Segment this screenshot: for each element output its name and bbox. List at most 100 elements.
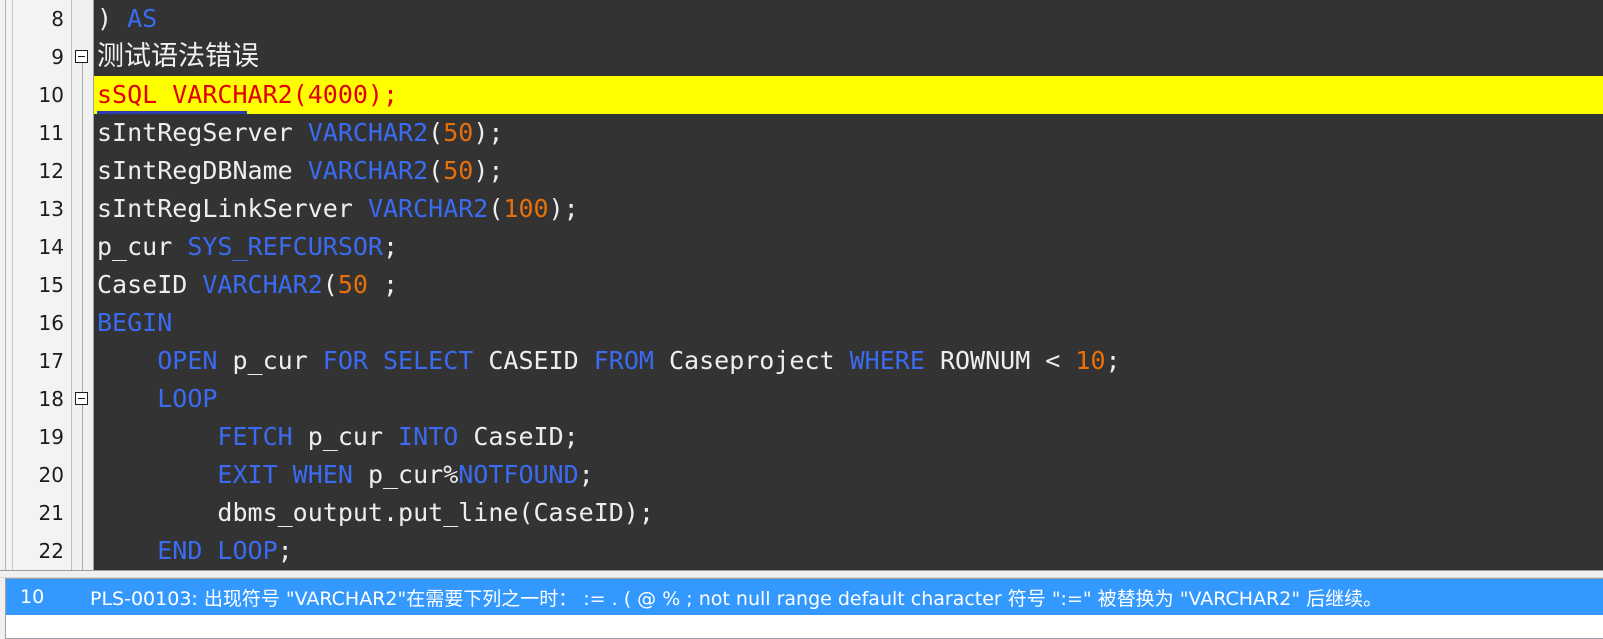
code-line[interactable]: p_cur SYS_REFCURSOR; <box>94 228 1603 266</box>
code-token: FOR SELECT <box>322 346 474 375</box>
code-token: BEGIN <box>97 308 173 337</box>
code-token: p_cur <box>217 346 323 375</box>
code-token: FROM <box>593 346 654 375</box>
code-token: NOTFOUND <box>458 460 579 489</box>
fold-collapse-toggle[interactable] <box>75 50 88 63</box>
code-token: VARCHAR2 <box>367 194 489 223</box>
code-token: 50 <box>337 270 368 299</box>
code-token: 50 <box>443 156 474 185</box>
line-number: 21 <box>38 501 64 525</box>
code-token: INTO <box>398 422 459 451</box>
code-token: ; <box>382 232 399 261</box>
fold-collapse-toggle[interactable] <box>75 392 88 405</box>
code-token: ROWNUM < <box>924 346 1076 375</box>
line-number: 16 <box>38 311 64 335</box>
editor-left-margin <box>6 0 13 570</box>
code-token: CaseID; <box>458 422 579 451</box>
line-number: 9 <box>51 45 64 69</box>
code-token: sIntRegLinkServer <box>97 194 368 223</box>
line-number: 18 <box>38 387 64 411</box>
code-token: Caseproject <box>653 346 850 375</box>
code-token: ; <box>1105 346 1121 375</box>
code-token: CaseID <box>97 270 203 299</box>
line-number: 10 <box>38 83 64 107</box>
line-number: 14 <box>38 235 64 259</box>
code-token: ( <box>488 194 504 223</box>
code-line[interactable]: 测试语法错误 <box>94 38 1603 76</box>
code-token: sIntRegDBName <box>97 156 308 185</box>
code-line[interactable]: sIntRegDBName VARCHAR2(50); <box>94 152 1603 190</box>
code-line[interactable]: CaseID VARCHAR2(50 ; <box>94 266 1603 304</box>
line-number: 12 <box>38 159 64 183</box>
line-number: 15 <box>38 273 64 297</box>
code-token: 100 <box>503 194 549 223</box>
compiler-error-panel[interactable]: 10 PLS-00103: 出现符号 "VARCHAR2"在需要下列之一时： :=… <box>0 578 1603 639</box>
line-number: 17 <box>38 349 64 373</box>
code-token: SYS_REFCURSOR <box>187 232 383 261</box>
code-token: ( <box>428 156 444 185</box>
code-token: FETCH <box>217 422 293 451</box>
code-line[interactable]: dbms_output.put_line(CaseID); <box>94 494 1603 532</box>
code-token: 测试语法错误 <box>97 41 259 72</box>
line-number: 22 <box>38 539 64 563</box>
code-token: ; <box>578 460 594 489</box>
code-line[interactable]: BEGIN <box>94 304 1603 342</box>
code-token: ); <box>473 156 504 185</box>
error-row-message: PLS-00103: 出现符号 "VARCHAR2"在需要下列之一时： := .… <box>90 587 1383 610</box>
line-number: 19 <box>38 425 64 449</box>
code-token: ( <box>322 270 338 299</box>
code-token: dbms_output.put_line(CaseID); <box>97 498 654 527</box>
code-token: 50 <box>443 118 474 147</box>
code-line[interactable]: LOOP <box>94 380 1603 418</box>
code-fold-column[interactable] <box>72 0 94 570</box>
code-line[interactable]: EXIT WHEN p_cur%NOTFOUND; <box>94 456 1603 494</box>
code-token: VARCHAR2 <box>202 270 323 299</box>
error-list-row[interactable] <box>6 615 1603 629</box>
code-token: ; <box>277 536 293 565</box>
code-text-surface[interactable]: ) AS 测试语法错误 sSQL VARCHAR2(4000); sIntRegSer… <box>94 0 1603 570</box>
code-token: p_cur <box>97 232 188 261</box>
code-line[interactable]: OPEN p_cur FOR SELECT CASEID FROM Casepr… <box>94 342 1603 380</box>
code-token: VARCHAR2 <box>307 156 429 185</box>
code-line[interactable]: sIntRegLinkServer VARCHAR2(100); <box>94 190 1603 228</box>
code-token: ); <box>473 118 504 147</box>
line-number: 11 <box>38 121 64 145</box>
code-token: END LOOP <box>157 536 278 565</box>
error-list-frame: 10 PLS-00103: 出现符号 "VARCHAR2"在需要下列之一时： :=… <box>5 578 1603 639</box>
code-token: 10 <box>1075 346 1106 375</box>
code-token: VARCHAR2 <box>307 118 429 147</box>
code-token: p_cur% <box>352 460 459 489</box>
code-token: sSQL VARCHAR2(4000); <box>97 80 399 109</box>
line-number: 20 <box>38 463 64 487</box>
line-number: 13 <box>38 197 64 221</box>
line-number: 8 <box>51 7 64 31</box>
fold-guide-line <box>82 50 83 570</box>
code-line[interactable]: END LOOP; <box>94 532 1603 570</box>
code-line-error-highlighted[interactable]: sSQL VARCHAR2(4000); <box>94 76 1603 114</box>
code-token: WHERE <box>849 346 925 375</box>
sql-editor-window: 891011121314151617181920212223 ) AS测试语法错… <box>0 0 1603 639</box>
code-line[interactable]: ) AS <box>94 0 1603 38</box>
code-token: LOOP <box>157 384 218 413</box>
code-token: ) <box>97 4 128 33</box>
code-token: sIntRegServer <box>97 118 308 147</box>
line-number-gutter: 891011121314151617181920212223 <box>13 0 72 570</box>
code-token: ( <box>428 118 444 147</box>
code-token: CASEID <box>473 346 594 375</box>
code-token: OPEN <box>157 346 218 375</box>
code-token: ); <box>548 194 579 223</box>
editor-panel-separator <box>0 570 1603 578</box>
code-token: ; <box>367 270 399 299</box>
code-token: p_cur <box>292 422 399 451</box>
code-token: AS <box>127 4 158 33</box>
code-editor[interactable]: 891011121314151617181920212223 ) AS测试语法错… <box>0 0 1603 570</box>
code-token: EXIT WHEN <box>217 460 353 489</box>
code-line[interactable]: sIntRegServer VARCHAR2(50); <box>94 114 1603 152</box>
code-line[interactable]: FETCH p_cur INTO CaseID; <box>94 418 1603 456</box>
error-list-row[interactable]: 10 PLS-00103: 出现符号 "VARCHAR2"在需要下列之一时： :=… <box>6 579 1603 615</box>
